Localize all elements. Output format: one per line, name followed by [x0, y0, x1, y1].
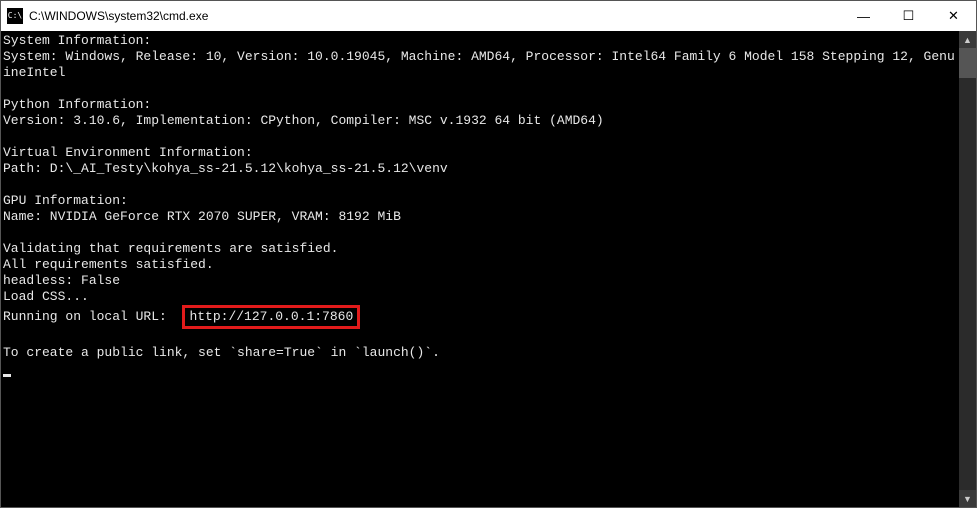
minimize-icon: —: [857, 9, 870, 24]
minimize-button[interactable]: —: [841, 1, 886, 31]
terminal-line: [3, 81, 959, 97]
running-prefix: Running on local URL:: [3, 309, 182, 324]
terminal-line: System Information:: [3, 33, 959, 49]
close-button[interactable]: ✕: [931, 1, 976, 31]
terminal-line: [3, 225, 959, 241]
terminal-line: Load CSS...: [3, 289, 959, 305]
terminal-line: All requirements satisfied.: [3, 257, 959, 273]
chevron-up-icon: ▲: [963, 35, 972, 45]
terminal-line: Version: 3.10.6, Implementation: CPython…: [3, 113, 959, 129]
terminal-line: Python Information:: [3, 97, 959, 113]
scroll-up-button[interactable]: ▲: [959, 31, 976, 48]
terminal-line-url: Running on local URL: http://127.0.0.1:7…: [3, 305, 959, 329]
terminal-line: Name: NVIDIA GeForce RTX 2070 SUPER, VRA…: [3, 209, 959, 225]
scrollbar[interactable]: ▲ ▼: [959, 31, 976, 507]
maximize-button[interactable]: ☐: [886, 1, 931, 31]
scroll-track[interactable]: [959, 48, 976, 490]
cmd-icon-text: C:\: [8, 12, 22, 20]
terminal-line: System: Windows, Release: 10, Version: 1…: [3, 49, 959, 81]
titlebar[interactable]: C:\ C:\WINDOWS\system32\cmd.exe — ☐ ✕: [1, 1, 976, 31]
terminal-line: Path: D:\_AI_Testy\kohya_ss-21.5.12\kohy…: [3, 161, 959, 177]
terminal-line: Validating that requirements are satisfi…: [3, 241, 959, 257]
terminal-line: Virtual Environment Information:: [3, 145, 959, 161]
content-area: System Information:System: Windows, Rele…: [1, 31, 976, 507]
terminal-output[interactable]: System Information:System: Windows, Rele…: [1, 31, 959, 507]
terminal-line: To create a public link, set `share=True…: [3, 345, 959, 361]
terminal-line: GPU Information:: [3, 193, 959, 209]
local-url-highlight: http://127.0.0.1:7860: [182, 305, 360, 329]
terminal-line: [3, 177, 959, 193]
maximize-icon: ☐: [903, 8, 915, 24]
cmd-icon: C:\: [7, 8, 23, 24]
window-title: C:\WINDOWS\system32\cmd.exe: [29, 9, 208, 23]
chevron-down-icon: ▼: [963, 494, 972, 504]
scroll-thumb[interactable]: [959, 48, 976, 78]
cursor: [3, 374, 11, 377]
cursor-line: [3, 361, 959, 377]
scroll-down-button[interactable]: ▼: [959, 490, 976, 507]
terminal-line: [3, 129, 959, 145]
terminal-line: [3, 329, 959, 345]
close-icon: ✕: [948, 8, 959, 24]
cmd-window: C:\ C:\WINDOWS\system32\cmd.exe — ☐ ✕ Sy…: [0, 0, 977, 508]
terminal-line: headless: False: [3, 273, 959, 289]
